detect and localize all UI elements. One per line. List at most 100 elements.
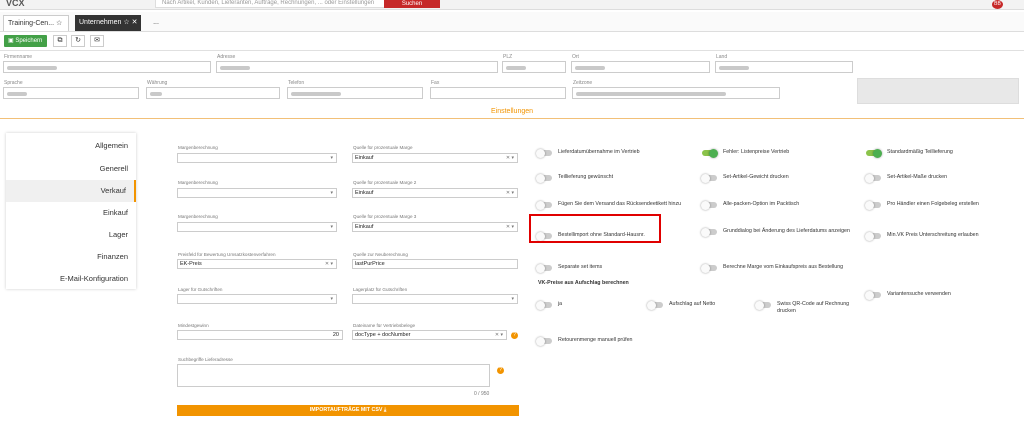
close-icon[interactable]: ✕: [132, 19, 138, 26]
clear-icon[interactable]: ✕ ▾: [506, 189, 514, 198]
refresh-icon[interactable]: ↻: [71, 35, 85, 47]
help-icon[interactable]: ?: [497, 367, 504, 374]
toggle-switch[interactable]: [702, 148, 718, 158]
zip-field[interactable]: [502, 61, 566, 73]
char-counter: 0 / 950: [474, 391, 490, 397]
toggle-label: Variantensuche verwenden: [887, 291, 951, 297]
section-divider: [0, 118, 1024, 119]
tab-more-button[interactable]: ...: [145, 15, 163, 31]
toggle-label: Set-Artikel-Gewicht drucken: [723, 174, 789, 180]
chevron-down-icon: ▾: [330, 155, 333, 161]
phone-field[interactable]: [287, 87, 423, 99]
toggle-switch[interactable]: [701, 227, 717, 237]
credit-warehouse-select[interactable]: ▾: [177, 294, 337, 304]
country-select[interactable]: [715, 61, 853, 73]
timezone-select[interactable]: [572, 87, 780, 99]
toggle-switch[interactable]: [647, 300, 663, 310]
nav-item-lager[interactable]: Lager: [6, 224, 136, 246]
nav-item-einkauf[interactable]: Einkauf: [6, 202, 136, 224]
toggle-switch[interactable]: [865, 290, 881, 300]
highlight-box: [529, 214, 661, 243]
nav-item-generell[interactable]: Generell: [6, 158, 136, 180]
toggle-switch[interactable]: [865, 231, 881, 241]
margin-calc-select-1[interactable]: ▾: [177, 153, 337, 163]
min-profit-field[interactable]: 20: [177, 330, 343, 340]
toggle-label: Fügen Sie dem Versand das Rücksendeetike…: [558, 201, 682, 207]
margin-source-select-2[interactable]: Einkauf ✕ ▾: [352, 188, 518, 198]
clear-icon[interactable]: ✕ ▾: [325, 260, 333, 269]
company-name-field[interactable]: [3, 61, 211, 73]
language-select[interactable]: [3, 87, 139, 99]
search-button[interactable]: Suchen: [384, 0, 440, 8]
toggle-label: Aufschlag auf Netto: [669, 301, 716, 307]
section-title: Einstellungen: [490, 108, 534, 115]
toggle-switch[interactable]: [865, 200, 881, 210]
doc-filename-select[interactable]: docType + docNumber ✕ ▾: [352, 330, 507, 340]
toggle-label: Fehler: Listenpreise Vertrieb: [723, 149, 790, 155]
tab-training-center[interactable]: Training-Cen... ☆ ✕: [3, 15, 69, 43]
toggle-switch[interactable]: [755, 300, 771, 310]
toggle-label: Separate set items: [558, 264, 603, 270]
chevron-down-icon: ▾: [511, 296, 514, 302]
star-icon[interactable]: ☆: [123, 19, 129, 26]
chevron-down-icon: ▾: [330, 224, 333, 230]
app-logo: VCX: [6, 0, 25, 8]
toggle-label: Pro Händler einen Folgebeleg erstellen: [887, 201, 979, 207]
credit-bin-select[interactable]: ▾: [352, 294, 518, 304]
clear-icon[interactable]: ✕ ▾: [506, 223, 514, 232]
toggle-label: Set-Artikel-Maße drucken: [887, 174, 948, 180]
toggle-switch[interactable]: [865, 173, 881, 183]
save-button[interactable]: ▣ Speichern: [4, 35, 47, 47]
clear-icon[interactable]: ✕ ▾: [495, 331, 503, 340]
toggle-switch[interactable]: [536, 173, 552, 183]
toggle-switch[interactable]: [701, 173, 717, 183]
help-icon[interactable]: ?: [511, 332, 518, 339]
vk-price-heading: VK-Preise aus Aufschlag berechnen: [538, 280, 629, 286]
global-search-input[interactable]: Nach Artikel, Kunden, Lieferanten, Auftr…: [155, 0, 385, 8]
nav-item-finanzen[interactable]: Finanzen: [6, 246, 136, 268]
city-field[interactable]: [571, 61, 710, 73]
settings-nav: Allgemein Generell Verkauf Einkauf Lager…: [6, 133, 136, 289]
delivery-search-terms-textarea[interactable]: [177, 364, 490, 387]
clear-icon[interactable]: ✕ ▾: [506, 154, 514, 163]
margin-calc-select-3[interactable]: ▾: [177, 222, 337, 232]
toggle-switch[interactable]: [866, 148, 882, 158]
address-field[interactable]: [216, 61, 498, 73]
company-logo-placeholder[interactable]: [857, 78, 1019, 104]
toggle-label: Min.VK Preis Unterschreitung erlauben: [887, 232, 979, 238]
tab-bar: Training-Cen... ☆ ✕ Unternehmen ☆ ✕ ...: [0, 12, 1024, 43]
toggle-label: Teillieferung gewünscht: [558, 174, 614, 180]
tab-unternehmen[interactable]: Unternehmen ☆ ✕: [75, 15, 141, 31]
copy-icon[interactable]: ⧉: [53, 35, 67, 47]
nav-item-email-konfiguration[interactable]: E-Mail-Konfiguration: [6, 268, 136, 290]
top-bar: VCX Nach Artikel, Kunden, Lieferanten, A…: [0, 0, 1024, 10]
toolbar: ▣ Speichern ⧉ ↻ ✉: [0, 33, 1024, 50]
toggle-label: Berechne Marge vom Einkaufspreis aus Bes…: [723, 264, 844, 270]
margin-source-select-3[interactable]: Einkauf ✕ ▾: [352, 222, 518, 232]
toggle-label: ja: [558, 301, 563, 307]
star-icon[interactable]: ☆: [56, 20, 62, 27]
mail-icon[interactable]: ✉: [90, 35, 104, 47]
toggle-switch[interactable]: [701, 200, 717, 210]
recalc-source-field[interactable]: lastPurPrice: [352, 259, 518, 269]
currency-select[interactable]: [146, 87, 280, 99]
toggle-switch[interactable]: [536, 200, 552, 210]
toggle-label: Swiss QR-Code auf Rechnung drucken: [777, 301, 850, 314]
chevron-down-icon: ▾: [330, 296, 333, 302]
margin-source-select-1[interactable]: Einkauf ✕ ▾: [352, 153, 518, 163]
nav-item-verkauf[interactable]: Verkauf: [6, 180, 136, 202]
toggle-switch[interactable]: [536, 263, 552, 273]
toggle-switch[interactable]: [536, 336, 552, 346]
price-field-select[interactable]: EK-Preis ✕ ▾: [177, 259, 337, 269]
import-orders-csv-button[interactable]: IMPORTAUFTRÄGE MIT CSV ⤓: [177, 405, 519, 416]
nav-item-allgemein[interactable]: Allgemein: [6, 135, 136, 157]
avatar[interactable]: BB: [992, 0, 1003, 9]
toggle-label: Grunddialog bei Änderung des Lieferdatum…: [723, 228, 850, 234]
fax-field[interactable]: [430, 87, 566, 99]
toggle-label: Standardmäßig Teillieferung: [887, 149, 953, 155]
toggle-label: Alle-packen-Option im Packtisch: [723, 201, 800, 207]
toggle-switch[interactable]: [701, 263, 717, 273]
toggle-switch[interactable]: [536, 300, 552, 310]
margin-calc-select-2[interactable]: ▾: [177, 188, 337, 198]
toggle-switch[interactable]: [536, 148, 552, 158]
